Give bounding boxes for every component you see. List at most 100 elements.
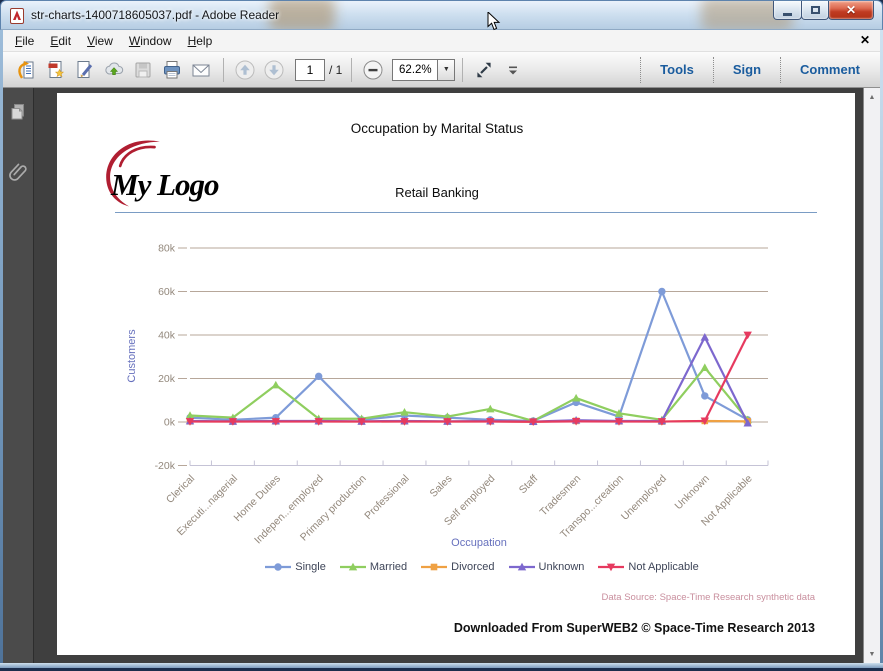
tools-panel-button[interactable]: Tools — [650, 62, 704, 77]
zoom-level-value[interactable]: 62.2% — [392, 58, 439, 81]
maximize-icon — [810, 6, 820, 14]
page-thumbnails-icon — [11, 104, 24, 120]
maximize-button[interactable] — [801, 1, 829, 20]
svg-text:80k: 80k — [158, 243, 176, 255]
svg-text:Clerical: Clerical — [164, 473, 197, 506]
legend-marker-icon — [339, 562, 366, 571]
save-icon — [135, 62, 150, 77]
menu-view[interactable]: View — [79, 31, 121, 51]
svg-text:Unemployed: Unemployed — [619, 473, 669, 523]
print-button[interactable] — [158, 56, 185, 83]
previous-page-icon — [235, 60, 254, 79]
menu-edit[interactable]: Edit — [42, 31, 79, 51]
open-file-icon — [17, 60, 33, 79]
next-page-button[interactable] — [260, 56, 287, 83]
zoom-out-button[interactable] — [359, 56, 386, 83]
toolbar-separator — [462, 57, 464, 82]
paperclip-icon — [9, 163, 27, 181]
email-button[interactable] — [187, 56, 214, 83]
svg-text:Customers: Customers — [126, 329, 138, 383]
more-tools-button[interactable] — [499, 56, 526, 83]
scroll-down-icon[interactable]: ▼ — [864, 646, 880, 662]
more-tools-icon — [508, 66, 517, 74]
save-button[interactable] — [129, 56, 156, 83]
fit-window-button[interactable] — [470, 56, 497, 83]
page-thumbnails-button[interactable] — [6, 100, 30, 124]
toolbar-dotted-separator — [640, 56, 642, 83]
legend-label: Married — [369, 561, 408, 573]
legend-marker-icon — [508, 562, 535, 571]
legend-label: Not Applicable — [628, 561, 699, 573]
window-border-left — [0, 30, 3, 666]
zoom-out-icon — [363, 60, 383, 79]
svg-text:Staff: Staff — [517, 473, 541, 497]
fit-window-icon — [477, 62, 491, 77]
legend-label: Single — [295, 561, 326, 573]
pdf-page: Occupation by Marital Status My Logo Ret… — [57, 93, 855, 655]
main-area: Occupation by Marital Status My Logo Ret… — [3, 88, 880, 663]
open-file-button[interactable] — [13, 56, 40, 83]
download-footer: Downloaded From SuperWEB2 © Space-Time R… — [453, 621, 815, 635]
cloud-upload-icon — [104, 62, 123, 75]
legend-item: Married — [339, 561, 408, 573]
legend-item: Divorced — [421, 561, 495, 573]
attachments-button[interactable] — [6, 160, 30, 184]
chart-legend: Single Married Divorced Unknown Not Applicab… — [132, 561, 832, 573]
divider-line — [115, 212, 817, 213]
menu-help[interactable]: Help — [180, 31, 221, 51]
menu-window[interactable]: Window — [121, 31, 180, 51]
navigation-sidebar — [3, 88, 34, 663]
send-cloud-button[interactable] — [100, 56, 127, 83]
svg-text:-20k: -20k — [155, 460, 176, 472]
print-icon — [163, 60, 180, 78]
legend-item: Not Applicable — [598, 561, 699, 573]
toolbar-separator — [223, 57, 224, 82]
title-bar[interactable]: str-charts-1400718605037.pdf - Adobe Rea… — [0, 0, 883, 30]
legend-label: Unknown — [538, 561, 585, 573]
legend-marker-icon — [421, 563, 448, 571]
data-source-note: Data Source: Space-Time Research synthet… — [601, 592, 816, 603]
menu-file[interactable]: File — [7, 31, 42, 51]
email-icon — [192, 64, 209, 76]
comment-panel-button[interactable]: Comment — [790, 62, 870, 77]
svg-text:Unknown: Unknown — [672, 473, 712, 513]
window-border-bottom — [0, 663, 883, 668]
close-document-icon[interactable]: ✕ — [860, 33, 870, 47]
zoom-dropdown-button[interactable]: ▼ — [438, 58, 456, 81]
svg-text:Occupation: Occupation — [451, 537, 507, 549]
page-total-label: / 1 — [329, 62, 343, 77]
create-pdf-icon — [48, 60, 64, 78]
line-chart: -20k0k20k40k60k80kClericalExecuti...nage… — [126, 243, 769, 549]
svg-text:20k: 20k — [158, 373, 176, 385]
chart-subtitle: Retail Banking — [395, 185, 479, 200]
adobe-reader-app-icon — [10, 8, 24, 24]
svg-text:Sales: Sales — [427, 473, 454, 500]
legend-item: Single — [265, 561, 326, 573]
minimize-button[interactable] — [773, 1, 802, 20]
window-title: str-charts-1400718605037.pdf - Adobe Rea… — [31, 8, 280, 22]
close-button[interactable]: ✕ — [828, 1, 874, 20]
toolbar-dotted-separator — [712, 56, 714, 83]
create-pdf-button[interactable] — [42, 56, 69, 83]
toolbar-dotted-separator — [780, 56, 782, 83]
svg-text:60k: 60k — [158, 286, 176, 298]
fill-sign-icon — [77, 60, 92, 78]
scroll-up-icon[interactable]: ▲ — [864, 89, 880, 105]
toolbar-separator — [351, 57, 353, 82]
svg-text:0k: 0k — [164, 417, 176, 429]
legend-item: Unknown — [508, 561, 585, 573]
mouse-cursor — [487, 12, 501, 31]
previous-page-button[interactable] — [231, 56, 258, 83]
vertical-scrollbar[interactable]: ▲ ▼ — [863, 88, 880, 663]
page-number-input[interactable] — [295, 58, 325, 81]
legend-marker-icon — [265, 563, 292, 571]
legend-label: Divorced — [451, 561, 495, 573]
sign-panel-button[interactable]: Sign — [723, 62, 771, 77]
fill-sign-button[interactable] — [71, 56, 98, 83]
document-pane[interactable]: Occupation by Marital Status My Logo Ret… — [34, 88, 863, 663]
chart-title: Occupation by Marital Status — [350, 121, 524, 136]
svg-text:Professional: Professional — [362, 473, 411, 522]
svg-text:40k: 40k — [158, 330, 176, 342]
svg-text:Tradesmen: Tradesmen — [537, 473, 583, 519]
next-page-icon — [264, 60, 283, 79]
